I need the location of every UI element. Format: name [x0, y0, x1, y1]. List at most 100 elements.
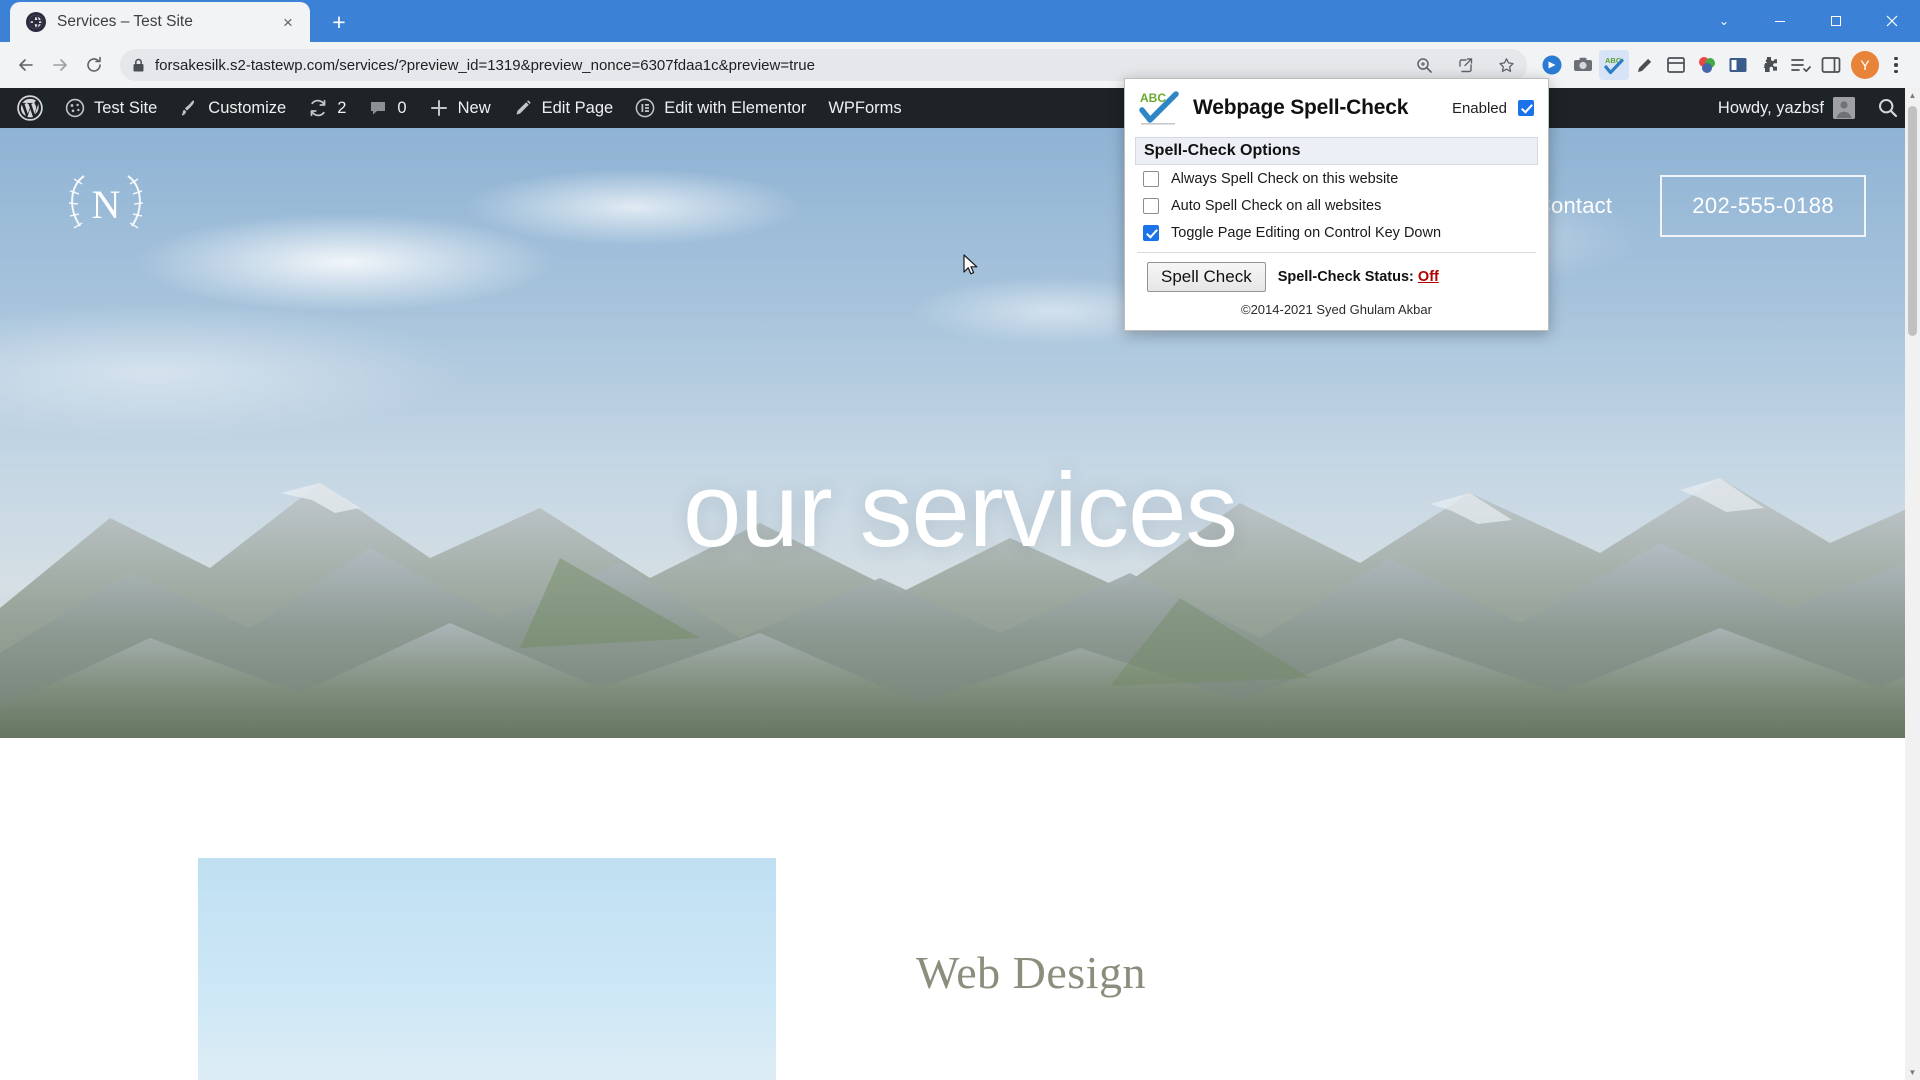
avatar: [1833, 97, 1855, 119]
address-bar[interactable]: forsakesilk.s2-tastewp.com/services/?pre…: [120, 49, 1527, 81]
extension-spellcheck-icon[interactable]: ABC: [1599, 50, 1629, 80]
site-logo-letter: N: [91, 181, 121, 227]
popup-header: ABC Webpage Spell-Check Enabled: [1125, 79, 1548, 137]
globe-icon: [26, 12, 46, 32]
extension-pen-icon[interactable]: [1630, 50, 1660, 80]
always-spell-check-checkbox[interactable]: [1143, 171, 1159, 187]
admin-bar-search[interactable]: [1866, 88, 1910, 128]
back-icon[interactable]: [10, 49, 42, 81]
window-controls: ⌄: [1696, 0, 1920, 42]
spell-check-status-value[interactable]: Off: [1418, 269, 1439, 285]
close-icon[interactable]: ×: [276, 10, 300, 34]
admin-bar-edit-page[interactable]: Edit Page: [502, 88, 625, 128]
admin-bar-wpforms[interactable]: WPForms: [817, 88, 912, 128]
service-heading: Web Design: [916, 947, 1146, 998]
admin-bar-updates[interactable]: 2: [297, 88, 357, 128]
popup-actions: Spell Check Spell-Check Status: Off: [1135, 253, 1538, 296]
admin-bar-new[interactable]: New: [418, 88, 502, 128]
scrollbar-thumb[interactable]: [1908, 106, 1917, 336]
popup-enabled-toggle[interactable]: Enabled: [1452, 100, 1534, 117]
admin-bar-edit-elementor[interactable]: Edit with Elementor: [624, 88, 817, 128]
wp-logo-menu[interactable]: [6, 88, 54, 128]
new-tab-button[interactable]: +: [322, 5, 356, 39]
close-window-button[interactable]: [1864, 0, 1920, 42]
chevron-down-icon[interactable]: ⌄: [1696, 0, 1752, 42]
admin-bar-comments[interactable]: 0: [357, 88, 417, 128]
admin-bar-customize[interactable]: Customize: [168, 88, 297, 128]
spell-check-popup: ABC Webpage Spell-Check Enabled Spell-Ch…: [1124, 78, 1549, 331]
extension-reader-icon[interactable]: [1723, 50, 1753, 80]
admin-bar-customize-label: Customize: [208, 98, 287, 117]
page-viewport: Test Site Customize 2 0 New Edit Page Ed…: [0, 88, 1920, 1080]
browser-window: Services – Test Site × + ⌄ forsakesilk.s…: [0, 0, 1920, 1080]
site-logo[interactable]: N: [54, 154, 158, 258]
admin-bar-wpforms-label: WPForms: [828, 98, 902, 117]
enabled-checkbox[interactable]: [1518, 100, 1534, 116]
forward-icon[interactable]: [44, 49, 76, 81]
admin-bar-howdy-label: Howdy, yazbsf: [1717, 98, 1824, 117]
option-always-spell-check[interactable]: Always Spell Check on this website: [1135, 165, 1538, 192]
option-toggle-page-editing[interactable]: Toggle Page Editing on Control Key Down: [1135, 219, 1538, 246]
popup-copyright: ©2014-2021 Syed Ghulam Akbar: [1241, 302, 1432, 317]
site-header: N Home About Services Contact 202-555-01…: [0, 128, 1920, 258]
tab-strip: Services – Test Site × + ⌄: [0, 0, 1920, 42]
auto-spell-check-label: Auto Spell Check on all websites: [1171, 198, 1382, 214]
page-scrollbar[interactable]: ▲ ▼: [1905, 88, 1920, 1080]
popup-title: Webpage Spell-Check: [1193, 96, 1409, 119]
abc-checkmark-icon: ABC: [1139, 89, 1179, 127]
updates-icon: [308, 98, 328, 118]
page-title: our services: [682, 452, 1238, 569]
wp-admin-bar: Test Site Customize 2 0 New Edit Page Ed…: [0, 88, 1920, 128]
paintbrush-icon: [179, 98, 199, 118]
spell-check-button[interactable]: Spell Check: [1147, 262, 1266, 292]
popup-body: Spell-Check Options Always Spell Check o…: [1125, 137, 1548, 330]
elementor-icon: [635, 98, 655, 118]
scroll-down-icon[interactable]: ▼: [1905, 1065, 1920, 1080]
phone-button[interactable]: 202-555-0188: [1660, 175, 1866, 237]
admin-bar-site-name-label: Test Site: [94, 98, 158, 117]
service-text: Web Design: [916, 858, 1146, 999]
admin-bar-edit-elementor-label: Edit with Elementor: [664, 98, 807, 117]
search-icon: [1877, 97, 1899, 119]
plus-icon: [429, 98, 449, 118]
comment-bubble-icon: [368, 98, 388, 118]
minimize-button[interactable]: [1752, 0, 1808, 42]
toggle-page-editing-checkbox[interactable]: [1143, 225, 1159, 241]
spell-check-status: Spell-Check Status: Off: [1278, 269, 1439, 285]
admin-bar-site-name[interactable]: Test Site: [54, 88, 168, 128]
extensions-row: ABC Y: [1537, 49, 1910, 81]
admin-bar-comments-count: 0: [397, 98, 407, 117]
svg-text:ABC: ABC: [1140, 91, 1166, 105]
service-image: [198, 858, 776, 1080]
page-content: Web Design: [0, 738, 1920, 1080]
extension-colors-icon[interactable]: [1692, 50, 1722, 80]
extension-camera-icon[interactable]: [1568, 50, 1598, 80]
toggle-page-editing-label: Toggle Page Editing on Control Key Down: [1171, 225, 1442, 241]
popup-enabled-label: Enabled: [1451, 99, 1507, 117]
extension-sidepanel-icon[interactable]: [1816, 50, 1846, 80]
popup-section-title: Spell-Check Options: [1135, 137, 1538, 165]
extension-list-icon[interactable]: [1785, 50, 1815, 80]
star-icon[interactable]: [1498, 57, 1515, 74]
option-auto-spell-check[interactable]: Auto Spell Check on all websites: [1135, 192, 1538, 219]
chrome-menu-button[interactable]: [1882, 49, 1910, 81]
tab-title: Services – Test Site: [57, 13, 193, 30]
extension-screenshot-icon[interactable]: [1661, 50, 1691, 80]
spell-check-status-label: Spell-Check Status:: [1277, 269, 1414, 285]
wordpress-icon: [17, 95, 43, 121]
pencil-icon: [513, 98, 533, 118]
admin-bar-howdy[interactable]: Howdy, yazbsf: [1707, 88, 1866, 128]
extension-blue-circle-icon[interactable]: [1537, 50, 1567, 80]
zoom-icon[interactable]: [1416, 57, 1433, 74]
profile-avatar[interactable]: Y: [1851, 51, 1879, 79]
scroll-up-icon[interactable]: ▲: [1905, 88, 1920, 103]
browser-tab[interactable]: Services – Test Site ×: [10, 2, 310, 42]
admin-bar-edit-page-label: Edit Page: [541, 98, 614, 117]
extension-puzzle-icon[interactable]: [1754, 50, 1784, 80]
admin-bar-new-label: New: [457, 98, 491, 117]
share-icon[interactable]: [1457, 57, 1474, 74]
reload-icon[interactable]: [78, 49, 110, 81]
auto-spell-check-checkbox[interactable]: [1143, 198, 1159, 214]
maximize-button[interactable]: [1808, 0, 1864, 42]
always-spell-check-label: Always Spell Check on this website: [1171, 171, 1399, 187]
